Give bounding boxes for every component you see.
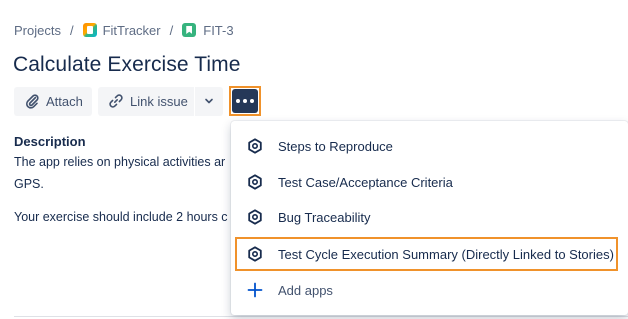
breadcrumb-separator: / bbox=[69, 22, 74, 38]
more-actions-menu: Steps to Reproduce Test Case/Acceptance … bbox=[231, 121, 628, 315]
breadcrumb-issue[interactable]: FIT-3 bbox=[182, 22, 234, 38]
more-actions-highlight bbox=[229, 86, 261, 116]
breadcrumb-separator: / bbox=[169, 22, 174, 38]
description-text-line: Your exercise should include 2 hours c bbox=[14, 210, 228, 224]
breadcrumb-projects[interactable]: Projects bbox=[14, 23, 61, 38]
hexagon-app-icon bbox=[247, 246, 263, 262]
hexagon-app-icon bbox=[247, 138, 263, 154]
menu-item-bug-traceability[interactable]: Bug Traceability bbox=[231, 200, 628, 234]
menu-item-test-cycle-execution-summary[interactable]: Test Cycle Execution Summary (Directly L… bbox=[235, 237, 618, 271]
breadcrumb-issue-key: FIT-3 bbox=[203, 22, 234, 38]
menu-item-label: Bug Traceability bbox=[278, 209, 371, 225]
hexagon-app-icon bbox=[247, 174, 263, 190]
link-issue-button[interactable]: Link issue bbox=[98, 86, 194, 116]
breadcrumb-project[interactable]: FitTracker bbox=[82, 22, 161, 38]
hexagon-app-icon bbox=[247, 209, 263, 225]
attach-button[interactable]: Attach bbox=[14, 86, 92, 116]
description-text-line: GPS. bbox=[14, 177, 44, 191]
link-issue-dropdown-button[interactable] bbox=[195, 86, 223, 116]
more-dot-icon bbox=[250, 99, 254, 103]
more-actions-button[interactable] bbox=[232, 89, 258, 113]
more-dot-icon bbox=[236, 99, 240, 103]
breadcrumb-project-label: FitTracker bbox=[102, 22, 161, 38]
description-heading: Description bbox=[14, 134, 86, 149]
issue-toolbar: Attach Link issue bbox=[14, 86, 261, 116]
plus-icon bbox=[247, 282, 263, 298]
link-issue-label: Link issue bbox=[130, 93, 188, 109]
menu-item-add-apps[interactable]: Add apps bbox=[231, 273, 628, 307]
menu-item-label: Test Cycle Execution Summary (Directly L… bbox=[278, 246, 614, 262]
link-icon bbox=[108, 93, 124, 109]
divider bbox=[14, 316, 628, 317]
menu-item-steps-to-reproduce[interactable]: Steps to Reproduce bbox=[231, 129, 628, 163]
description-text-line: The app relies on physical activities ar bbox=[14, 155, 226, 169]
menu-item-test-case-acceptance-criteria[interactable]: Test Case/Acceptance Criteria bbox=[231, 165, 628, 199]
issue-title[interactable]: Calculate Exercise Time bbox=[13, 53, 241, 77]
attach-label: Attach bbox=[46, 93, 83, 109]
project-avatar-icon bbox=[82, 23, 97, 37]
more-dot-icon bbox=[243, 99, 247, 103]
menu-item-label: Steps to Reproduce bbox=[278, 138, 393, 154]
chevron-down-icon bbox=[204, 94, 214, 109]
menu-item-label: Add apps bbox=[278, 282, 333, 298]
breadcrumb: Projects / FitTracker / FIT-3 bbox=[14, 20, 234, 40]
menu-item-label: Test Case/Acceptance Criteria bbox=[278, 174, 453, 190]
story-icon bbox=[182, 23, 197, 37]
paperclip-icon bbox=[24, 93, 40, 109]
